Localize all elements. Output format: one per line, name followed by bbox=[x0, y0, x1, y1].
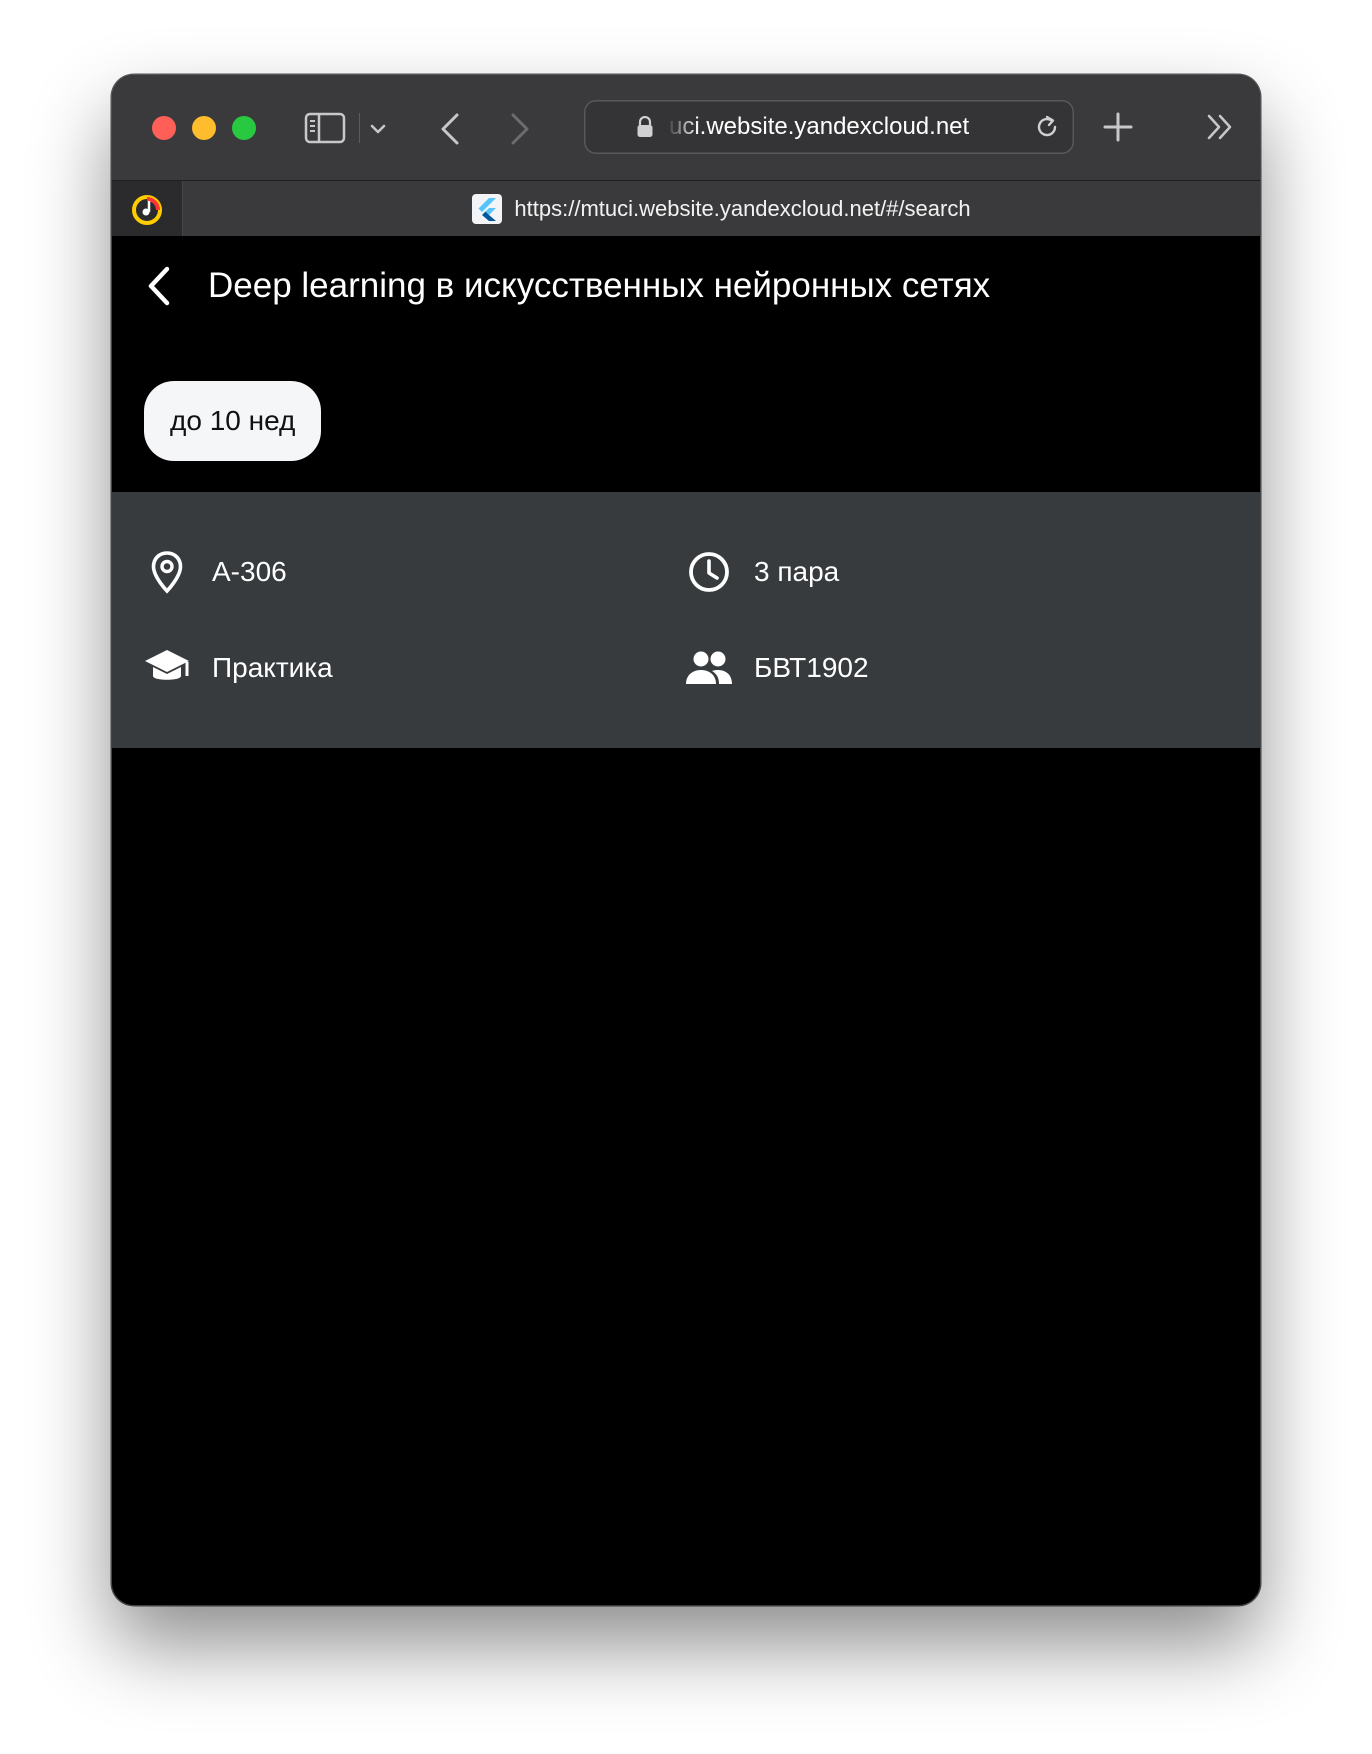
back-button[interactable] bbox=[132, 254, 188, 318]
browser-back-icon[interactable] bbox=[432, 109, 468, 149]
yandex-music-icon bbox=[132, 195, 162, 225]
lock-icon bbox=[636, 115, 654, 138]
address-bar[interactable]: uci.website.yandexcloud.net bbox=[584, 100, 1074, 154]
new-tab-icon[interactable] bbox=[1100, 107, 1136, 147]
page-title: Deep learning в искусственных нейронных … bbox=[208, 266, 991, 305]
close-window-button[interactable] bbox=[152, 116, 176, 140]
people-icon bbox=[684, 643, 734, 693]
time-text: 3 пара bbox=[754, 556, 840, 587]
page-content: Deep learning в искусственных нейронных … bbox=[112, 236, 1260, 1605]
chevron-down-icon[interactable] bbox=[368, 119, 388, 139]
weeks-chip[interactable]: до 10 нед bbox=[144, 381, 322, 461]
reload-icon[interactable] bbox=[1033, 113, 1061, 141]
room-info: А-306 bbox=[142, 547, 287, 597]
tab-title: https://mtuci.website.yandexcloud.net/#/… bbox=[514, 196, 971, 221]
toolbar-divider bbox=[359, 113, 360, 143]
minimize-window-button[interactable] bbox=[192, 116, 216, 140]
screenshot-stage: uci.website.yandexcloud.net https://mtuc… bbox=[0, 0, 1372, 1754]
lesson-info-panel: А-306 3 пара Практика БВТ1902 bbox=[112, 492, 1260, 748]
double-chevron-right-icon[interactable] bbox=[1202, 107, 1238, 147]
type-info: Практика bbox=[142, 643, 333, 693]
tab-bar: https://mtuci.website.yandexcloud.net/#/… bbox=[112, 180, 1260, 237]
app-bar: Deep learning в искусственных нейронных … bbox=[112, 236, 1260, 336]
browser-titlebar: uci.website.yandexcloud.net bbox=[112, 75, 1260, 180]
pinned-tab[interactable] bbox=[112, 181, 183, 237]
group-text: БВТ1902 bbox=[754, 652, 869, 683]
sidebar-toggle-icon[interactable] bbox=[304, 111, 346, 145]
clock-icon bbox=[684, 547, 734, 597]
room-text: А-306 bbox=[212, 556, 287, 587]
type-text: Практика bbox=[212, 652, 333, 683]
arrow-back-icon bbox=[148, 266, 170, 306]
active-tab[interactable]: https://mtuci.website.yandexcloud.net/#/… bbox=[183, 181, 1260, 237]
graduation-cap-icon bbox=[142, 643, 192, 693]
browser-forward-icon[interactable] bbox=[502, 109, 538, 149]
group-info: БВТ1902 bbox=[684, 643, 869, 693]
location-pin-icon bbox=[142, 547, 192, 597]
browser-window: uci.website.yandexcloud.net https://mtuc… bbox=[112, 75, 1260, 1605]
time-info: 3 пара bbox=[684, 547, 839, 597]
flutter-favicon-icon bbox=[472, 194, 503, 224]
address-text: uci.website.yandexcloud.net bbox=[669, 113, 970, 140]
zoom-window-button[interactable] bbox=[232, 116, 256, 140]
address-fade bbox=[669, 110, 699, 144]
